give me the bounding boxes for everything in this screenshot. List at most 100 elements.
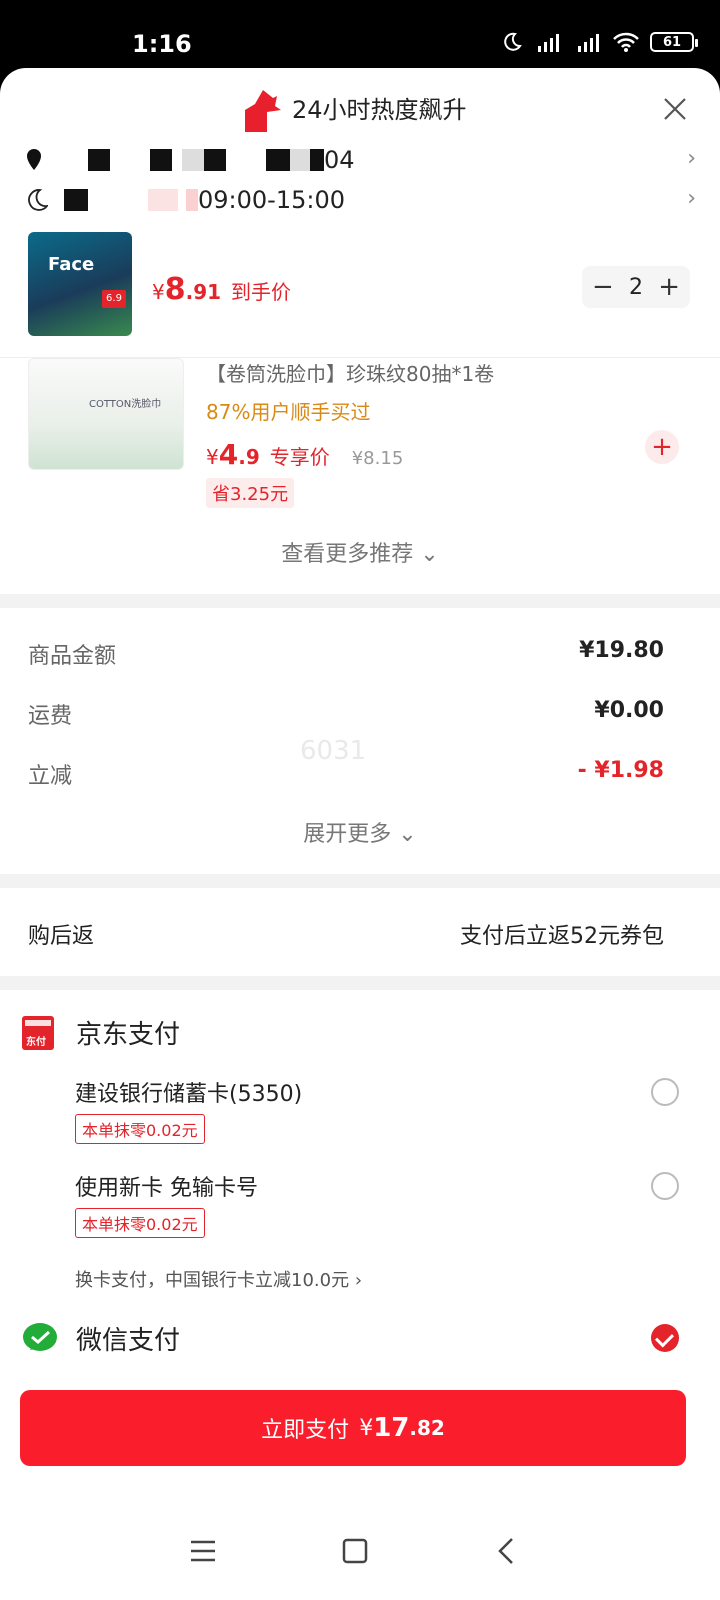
signal-hd-icon bbox=[538, 34, 559, 52]
quantity-value: 2 bbox=[629, 274, 643, 300]
close-icon[interactable] bbox=[658, 92, 692, 126]
divider bbox=[0, 594, 720, 608]
increase-button[interactable]: + bbox=[658, 272, 680, 302]
selected-product: Face 6.9 ¥ 8 .91 到手价 − 2 + bbox=[0, 228, 720, 358]
recommend-item: COTTON洗脸巾 【卷筒洗脸巾】珍珠纹80抽*1卷 87%用户顺手买过 ¥ 4… bbox=[0, 358, 720, 518]
back-icon[interactable] bbox=[490, 1534, 524, 1568]
header-title: 24小时热度飙升 bbox=[292, 96, 467, 124]
recommend-image[interactable]: COTTON洗脸巾 bbox=[28, 358, 184, 470]
chevron-right-icon: › bbox=[354, 1270, 363, 1291]
redacted-block bbox=[182, 149, 204, 171]
product-image-tag: 6.9 bbox=[102, 290, 126, 308]
address-row[interactable]: 04 › bbox=[26, 142, 696, 178]
expand-more-link[interactable]: 展开更多 ⌄ bbox=[0, 816, 720, 848]
chevron-right-icon: › bbox=[687, 146, 696, 171]
summary-value: ¥0.00 bbox=[594, 698, 664, 723]
signal-hd-icon-2 bbox=[578, 34, 599, 52]
redacted-block bbox=[150, 149, 172, 171]
redacted-block bbox=[204, 149, 226, 171]
recommend-title[interactable]: 【卷筒洗脸巾】珍珠纹80抽*1卷 bbox=[206, 358, 494, 387]
wechat-pay-radio[interactable] bbox=[651, 1324, 679, 1352]
chevron-right-icon: › bbox=[687, 186, 696, 211]
pay-now-button[interactable]: 立即支付 ¥ 17 .82 bbox=[20, 1390, 686, 1466]
pay-amount-int: 17 bbox=[373, 1413, 410, 1443]
price-int: 4 bbox=[218, 438, 239, 471]
system-nav-bar bbox=[0, 1498, 720, 1600]
add-to-order-button[interactable]: + bbox=[645, 430, 679, 464]
pay-now-label: 立即支付 bbox=[261, 1418, 350, 1443]
recommend-hint: 87%用户顺手买过 bbox=[206, 400, 371, 424]
product-image[interactable]: Face 6.9 bbox=[28, 232, 132, 336]
summary-label: 运费 bbox=[28, 704, 73, 729]
pay-amount-symbol: ¥ bbox=[359, 1415, 374, 1441]
pay-option-new-card-label[interactable]: 使用新卡 免输卡号 bbox=[75, 1170, 258, 1202]
jd-pay-icon: 东付 bbox=[22, 1015, 54, 1050]
price-symbol: ¥ bbox=[152, 280, 165, 304]
delivery-time-range: 09:00-15:00 bbox=[198, 186, 345, 214]
chevron-down-icon: ⌄ bbox=[398, 822, 417, 847]
cashback-value: 支付后立返52元券包 bbox=[460, 924, 664, 949]
swap-card-label: 换卡支付，中国银行卡立减10.0元 bbox=[75, 1270, 350, 1291]
recommend-price: ¥ 4 .9 专享价 ¥8.15 bbox=[206, 438, 403, 471]
pay-option-new-card-radio[interactable] bbox=[651, 1172, 679, 1200]
decrease-button[interactable]: − bbox=[592, 272, 614, 302]
divider bbox=[0, 874, 720, 888]
summary-label: 商品金额 bbox=[28, 644, 117, 669]
summary-row-shipping: 运费 ¥0.00 bbox=[28, 698, 664, 730]
wechat-pay-icon bbox=[23, 1322, 57, 1351]
delivery-time-row[interactable]: 09:00-15:00 › bbox=[26, 182, 696, 218]
redacted-block bbox=[290, 149, 310, 171]
status-bar: 1:16 61 bbox=[0, 0, 720, 70]
wifi-icon bbox=[613, 32, 639, 52]
redacted-block bbox=[266, 149, 290, 171]
jd-pay-icon-text: 东付 bbox=[26, 1036, 46, 1048]
wechat-pay-title: 微信支付 bbox=[76, 1326, 181, 1356]
status-time: 1:16 bbox=[132, 30, 192, 58]
more-recommend-label: 查看更多推荐 bbox=[281, 542, 414, 567]
location-icon bbox=[27, 149, 41, 170]
address-text: 04 bbox=[324, 146, 355, 174]
summary-value: ¥19.80 bbox=[579, 638, 664, 663]
home-icon[interactable] bbox=[338, 1534, 372, 1568]
checkout-sheet: 24小时热度飙升 04 › 09:00-15:00 › Face 6.9 ¥ 8… bbox=[0, 68, 720, 1600]
redacted-block bbox=[148, 189, 178, 211]
price-symbol: ¥ bbox=[206, 445, 219, 469]
pay-amount-dec: .82 bbox=[409, 1416, 445, 1440]
summary-row-goods: 商品金额 ¥19.80 bbox=[28, 638, 664, 670]
price-label: 专享价 bbox=[269, 445, 330, 469]
price-int: 8 bbox=[164, 272, 186, 307]
chevron-down-icon: ⌄ bbox=[420, 542, 439, 567]
redacted-block bbox=[88, 149, 110, 171]
pay-option-ccb-tag: 本单抹零0.02元 bbox=[75, 1114, 205, 1144]
more-recommend-link[interactable]: 查看更多推荐 ⌄ bbox=[0, 536, 720, 568]
jd-pay-title: 京东支付 bbox=[76, 1020, 181, 1050]
price-label: 到手价 bbox=[231, 280, 292, 304]
moon-clock-icon bbox=[28, 189, 48, 211]
final-price: ¥ 8 .91 到手价 bbox=[152, 272, 291, 307]
battery-indicator: 61 bbox=[650, 32, 698, 52]
menu-icon[interactable] bbox=[186, 1534, 220, 1568]
redacted-block bbox=[310, 149, 324, 171]
pay-option-ccb-label[interactable]: 建设银行储蓄卡(5350) bbox=[75, 1076, 302, 1108]
jd-dog-logo-icon bbox=[245, 90, 281, 132]
cashback-label: 购后返 bbox=[28, 924, 95, 949]
product-image-text: Face bbox=[48, 254, 95, 275]
jd-pay-header: 东付 京东支付 bbox=[22, 1014, 180, 1051]
expand-more-label: 展开更多 bbox=[303, 822, 392, 847]
quantity-stepper: − 2 + bbox=[582, 266, 690, 308]
moon-icon bbox=[504, 32, 522, 51]
price-dec: .9 bbox=[238, 445, 260, 469]
redacted-block bbox=[186, 189, 198, 211]
summary-row-discount: 立减 - ¥1.98 bbox=[28, 758, 664, 790]
wechat-pay-header[interactable]: 微信支付 bbox=[22, 1320, 180, 1357]
original-price: ¥8.15 bbox=[351, 448, 404, 469]
recommend-image-text: COTTON洗脸巾 bbox=[89, 399, 162, 410]
summary-label: 立减 bbox=[28, 764, 73, 789]
swap-card-link[interactable]: 换卡支付，中国银行卡立减10.0元 › bbox=[75, 1266, 362, 1292]
pay-option-ccb-radio[interactable] bbox=[651, 1078, 679, 1106]
pay-option-new-card-tag: 本单抹零0.02元 bbox=[75, 1208, 205, 1238]
save-badge: 省3.25元 bbox=[206, 478, 295, 508]
price-dec: .91 bbox=[185, 280, 222, 304]
status-icons: 61 bbox=[502, 32, 698, 52]
summary-value: - ¥1.98 bbox=[577, 758, 664, 783]
